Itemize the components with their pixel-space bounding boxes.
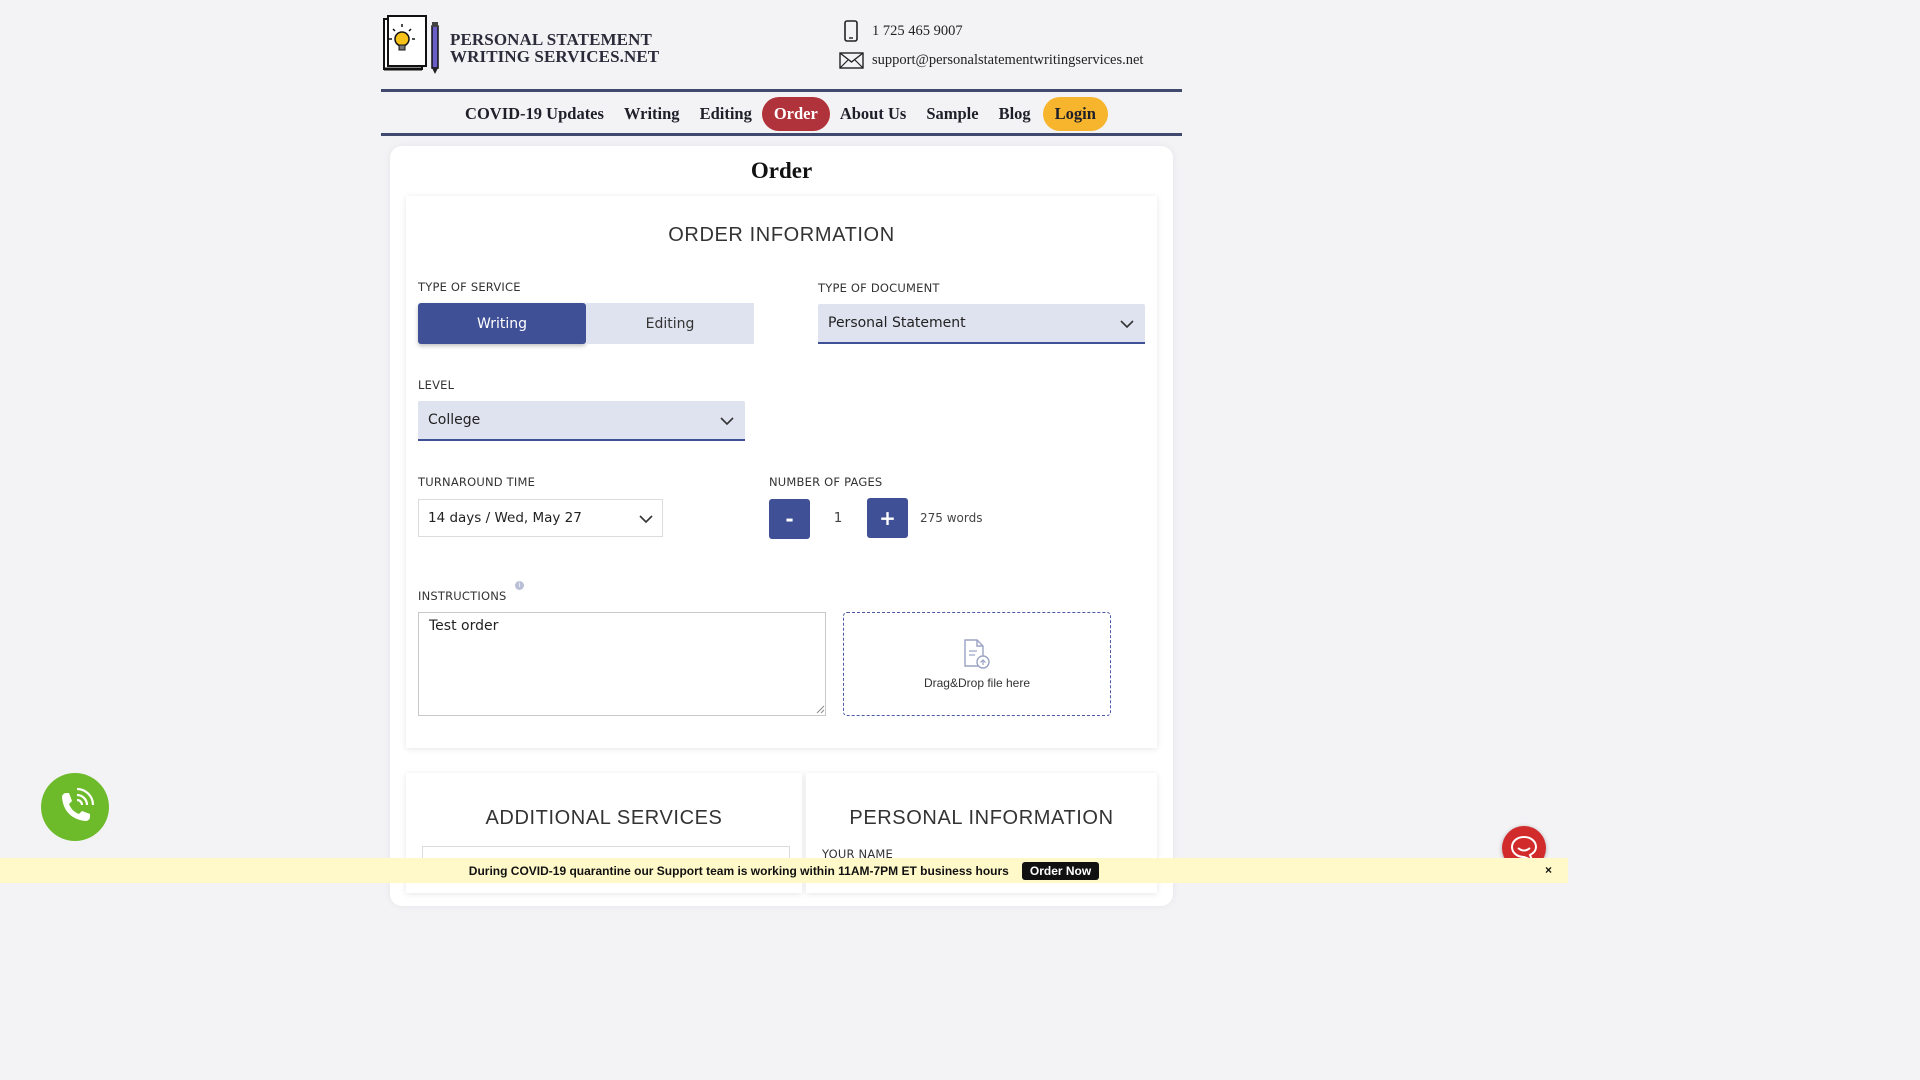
- logo-line-1: PERSONAL STATEMENT: [450, 30, 652, 49]
- document-type-value: Personal Statement: [828, 315, 966, 331]
- page-title: Order: [750, 158, 813, 183]
- nav-order[interactable]: Order: [761, 97, 830, 131]
- email-address: support@personalstatementwritingservices…: [872, 52, 1144, 68]
- pages-label: NUMBER OF PAGES: [769, 475, 883, 489]
- pages-increment-button[interactable]: +: [867, 498, 908, 538]
- instructions-textarea[interactable]: Test order: [418, 612, 826, 716]
- dropzone-text: Drag&Drop file here: [923, 676, 1031, 690]
- email-row[interactable]: support@personalstatementwritingservices…: [838, 52, 1143, 69]
- logo-text[interactable]: PERSONAL STATEMENT WRITING SERVICES.NET: [450, 31, 659, 65]
- pages-value[interactable]: 1: [823, 510, 853, 526]
- call-button[interactable]: [41, 773, 109, 841]
- level-label: LEVEL: [418, 378, 455, 392]
- nav-editing[interactable]: Editing: [690, 97, 762, 131]
- nav-covid-updates[interactable]: COVID-19 Updates: [455, 97, 614, 131]
- document-type-label: TYPE OF DOCUMENT: [818, 281, 940, 295]
- phone-number: 1 725 465 9007: [872, 22, 963, 39]
- turnaround-value: 14 days / Wed, May 27: [428, 510, 582, 526]
- resize-handle-icon[interactable]: [816, 705, 825, 714]
- additional-services-title: ADDITIONAL SERVICES: [485, 807, 723, 829]
- service-writing-option[interactable]: Writing: [418, 303, 586, 344]
- covid-banner: During COVID-19 quarantine our Support t…: [0, 858, 1568, 883]
- mail-icon: [838, 52, 864, 69]
- chevron-down-icon: [720, 417, 734, 426]
- pages-decrement-button[interactable]: -: [769, 499, 810, 539]
- scrollbar[interactable]: [1558, 0, 1568, 858]
- order-now-button[interactable]: Order Now: [1021, 861, 1100, 880]
- nav-bottom-divider: [381, 133, 1182, 136]
- nav-sample[interactable]: Sample: [916, 97, 988, 131]
- service-editing-option[interactable]: Editing: [586, 303, 754, 344]
- main-nav: COVID-19 Updates Writing Editing Order A…: [381, 96, 1182, 132]
- logo-icon[interactable]: [381, 14, 443, 76]
- nav-login[interactable]: Login: [1042, 97, 1108, 131]
- file-dropzone[interactable]: Drag&Drop file here: [843, 612, 1111, 716]
- nav-about-us[interactable]: About Us: [830, 97, 916, 131]
- banner-text: During COVID-19 quarantine our Support t…: [468, 863, 1009, 878]
- service-type-label: TYPE OF SERVICE: [418, 280, 521, 294]
- chevron-down-icon: [639, 515, 653, 524]
- personal-information-title: PERSONAL INFORMATION: [849, 807, 1114, 829]
- nav-writing[interactable]: Writing: [614, 97, 690, 131]
- phone-row[interactable]: 1 725 465 9007: [838, 20, 963, 42]
- site-header: PERSONAL STATEMENT WRITING SERVICES.NET …: [381, 14, 1182, 80]
- instructions-label: INSTRUCTIONS: [418, 589, 507, 603]
- word-count: 275 words: [920, 511, 983, 525]
- phone-icon: [838, 20, 864, 42]
- close-icon[interactable]: ×: [1545, 863, 1552, 877]
- info-icon[interactable]: i: [515, 581, 524, 590]
- nav-top-divider: [381, 89, 1182, 92]
- nav-blog[interactable]: Blog: [989, 97, 1041, 131]
- document-type-select[interactable]: Personal Statement: [818, 304, 1145, 344]
- chevron-down-icon: [1120, 320, 1134, 329]
- turnaround-label: TURNAROUND TIME: [418, 475, 536, 489]
- turnaround-select[interactable]: 14 days / Wed, May 27: [418, 499, 663, 537]
- phone-call-icon: [62, 787, 95, 821]
- logo-line-2: WRITING SERVICES.NET: [450, 47, 660, 66]
- level-value: College: [428, 412, 481, 428]
- order-information-title: ORDER INFORMATION: [668, 224, 895, 246]
- file-upload-icon: [964, 639, 990, 669]
- level-select[interactable]: College: [418, 401, 745, 441]
